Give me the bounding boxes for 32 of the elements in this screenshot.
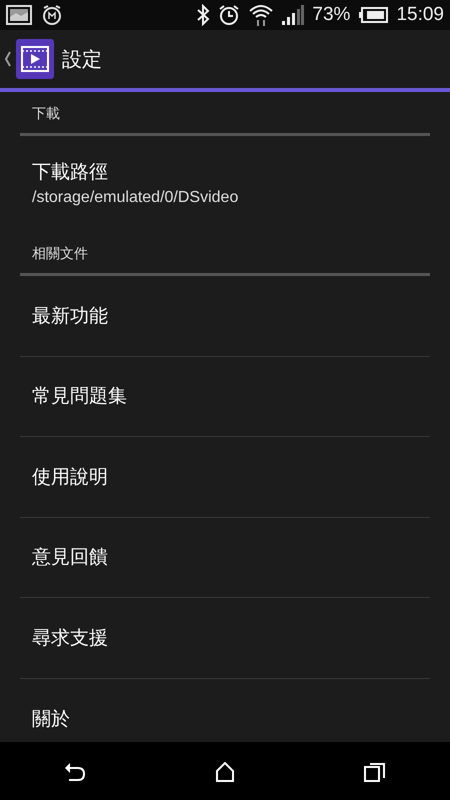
alarm-icon — [218, 4, 240, 26]
up-caret-icon[interactable] — [4, 50, 12, 68]
bluetooth-icon — [196, 4, 210, 26]
picture-notification-icon — [6, 5, 32, 25]
section-header: 下載 — [32, 106, 60, 122]
preference-title: 常見問題集 — [32, 384, 128, 409]
preference-title: 使用說明 — [32, 464, 109, 490]
preference-item[interactable]: 使用說明 — [20, 437, 430, 518]
preference-item[interactable]: 尋求支援 — [20, 598, 430, 678]
preference-summary: /storage/emulated/0/DSvideo — [32, 188, 240, 208]
battery-icon — [358, 7, 388, 23]
preference-item[interactable]: 最新功能 — [20, 276, 430, 356]
wifi-icon — [248, 3, 274, 27]
preference-title: 意見回饋 — [32, 545, 109, 570]
home-icon[interactable] — [214, 762, 235, 782]
preference-item[interactable]: 下載路徑 /storage/emulated/0/DSvideo — [20, 136, 430, 232]
signal-icon — [282, 5, 304, 25]
recent-apps-icon[interactable] — [364, 762, 386, 782]
back-icon[interactable] — [64, 762, 86, 782]
preference-title: 尋求支援 — [32, 626, 109, 650]
preference-title: 下載路徑 — [32, 160, 109, 185]
preference-item[interactable]: 關於 — [20, 678, 430, 759]
preference-item[interactable]: 意見回饋 — [20, 518, 430, 598]
app-logo[interactable] — [16, 39, 54, 79]
alarm-notification-icon — [40, 4, 64, 26]
screen-title: 設定 — [62, 46, 102, 73]
preference-title: 最新功能 — [32, 304, 109, 328]
preference-title: 關於 — [32, 706, 71, 732]
preference-item[interactable]: 常見問題集 — [20, 356, 430, 437]
battery-percentage: 73% — [312, 2, 350, 27]
clock-time: 15:09 — [396, 2, 444, 27]
section-header: 相關文件 — [32, 246, 88, 262]
